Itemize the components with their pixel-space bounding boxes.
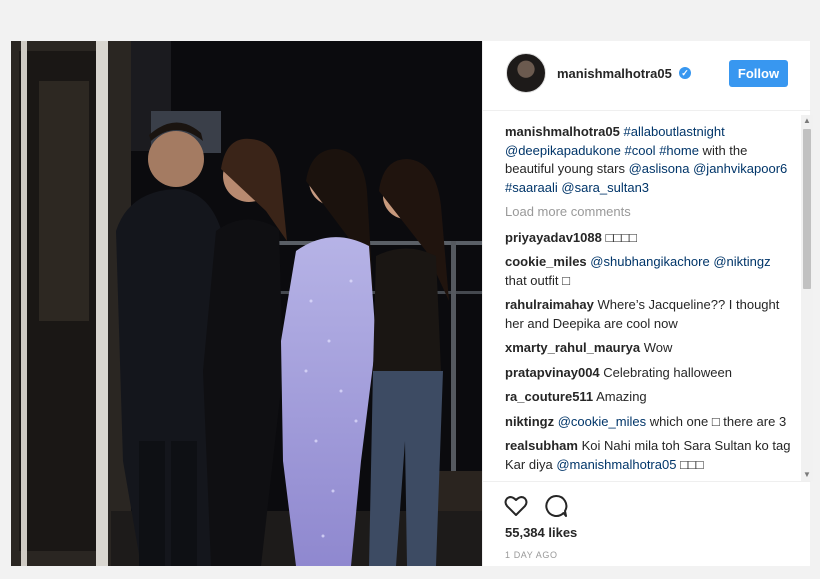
comment-text: that outfit □: [505, 272, 570, 288]
comment-username[interactable]: rahulraimahay: [505, 297, 594, 312]
caption: manishmalhotra05 #allaboutlastnight @dee…: [505, 123, 795, 197]
comment-rows: priyayadav1088 □□□□ cookie_miles @shubhan…: [505, 229, 795, 475]
mention-link[interactable]: @deepikapadukone: [505, 143, 621, 158]
mention-link[interactable]: @sara_sultan3: [561, 180, 649, 195]
mention-link[interactable]: #cool: [624, 143, 655, 158]
post-date[interactable]: 1 DAY AGO: [505, 550, 558, 560]
post-sidebar: manishmalhotra05 ✓ Follow manishmalhotra…: [482, 41, 813, 566]
mention-link[interactable]: #home: [659, 143, 699, 158]
comment-row: rahulraimahay Where’s Jacqueline?? I tho…: [505, 296, 795, 333]
post-actions: 55,384 likes 1 DAY AGO: [483, 481, 811, 566]
mention-link[interactable]: @aslisona: [629, 161, 690, 176]
comment-row: cookie_miles @shubhangikachore @niktingz…: [505, 253, 795, 290]
comment-text: □□□□: [605, 229, 637, 245]
verified-badge-icon: ✓: [679, 67, 691, 79]
heart-icon[interactable]: [503, 493, 529, 519]
header-username[interactable]: manishmalhotra05: [557, 66, 672, 81]
comment-row: ra_couture511 Amazing: [505, 388, 795, 407]
scroll-up-arrow-icon[interactable]: ▲: [801, 115, 813, 127]
follow-button[interactable]: Follow: [729, 60, 788, 87]
comment-username[interactable]: pratapvinay004: [505, 365, 600, 380]
mention-link[interactable]: @janhvikapoor6: [693, 161, 787, 176]
scroll-down-arrow-icon[interactable]: ▼: [801, 469, 813, 481]
comment-username[interactable]: cookie_miles: [505, 254, 587, 269]
comment-text: Celebrating halloween: [603, 364, 732, 380]
scrollbar-thumb[interactable]: [803, 129, 811, 289]
comment-username[interactable]: realsubham: [505, 438, 578, 453]
comment-bubble-icon[interactable]: [543, 493, 569, 519]
mention-link[interactable]: @shubhangikachore: [590, 254, 709, 269]
likes-count[interactable]: 55,384 likes: [505, 525, 577, 540]
comments-scrollbar[interactable]: ▲ ▼: [801, 115, 813, 481]
comment-row: niktingz @cookie_miles which one □ there…: [505, 413, 795, 432]
comment-row: xmarty_rahul_maurya Wow: [505, 339, 795, 358]
comment-row: realsubham Koi Nahi mila toh Sara Sultan…: [505, 437, 795, 474]
comment-row: pratapvinay004 Celebrating halloween: [505, 364, 795, 383]
post-header: manishmalhotra05 ✓ Follow: [483, 41, 811, 111]
comment-username[interactable]: niktingz: [505, 414, 554, 429]
mention-link[interactable]: @cookie_miles: [558, 414, 646, 429]
avatar[interactable]: [506, 53, 546, 93]
comment-row: priyayadav1088 □□□□: [505, 229, 795, 248]
mention-link[interactable]: @manishmalhotra05: [556, 457, 676, 472]
instagram-post: manishmalhotra05 ✓ Follow manishmalhotra…: [11, 41, 813, 566]
load-more-comments-link[interactable]: Load more comments: [505, 203, 795, 222]
comment-username[interactable]: ra_couture511: [505, 389, 593, 404]
comments-list: manishmalhotra05 #allaboutlastnight @dee…: [505, 123, 795, 489]
mention-link[interactable]: @niktingz: [713, 254, 770, 269]
caption-username[interactable]: manishmalhotra05: [505, 124, 620, 139]
comment-username[interactable]: xmarty_rahul_maurya: [505, 340, 640, 355]
comment-text: Wow: [643, 340, 673, 355]
mention-link[interactable]: #allaboutlastnight: [624, 124, 725, 139]
comment-text: which one □ there are 3: [646, 413, 787, 429]
post-photo[interactable]: [11, 41, 482, 566]
comment-username[interactable]: priyayadav1088: [505, 230, 602, 245]
mention-link[interactable]: #saaraali: [505, 180, 558, 195]
comment-text: Amazing: [596, 389, 647, 404]
comment-text: □□□: [676, 456, 704, 472]
